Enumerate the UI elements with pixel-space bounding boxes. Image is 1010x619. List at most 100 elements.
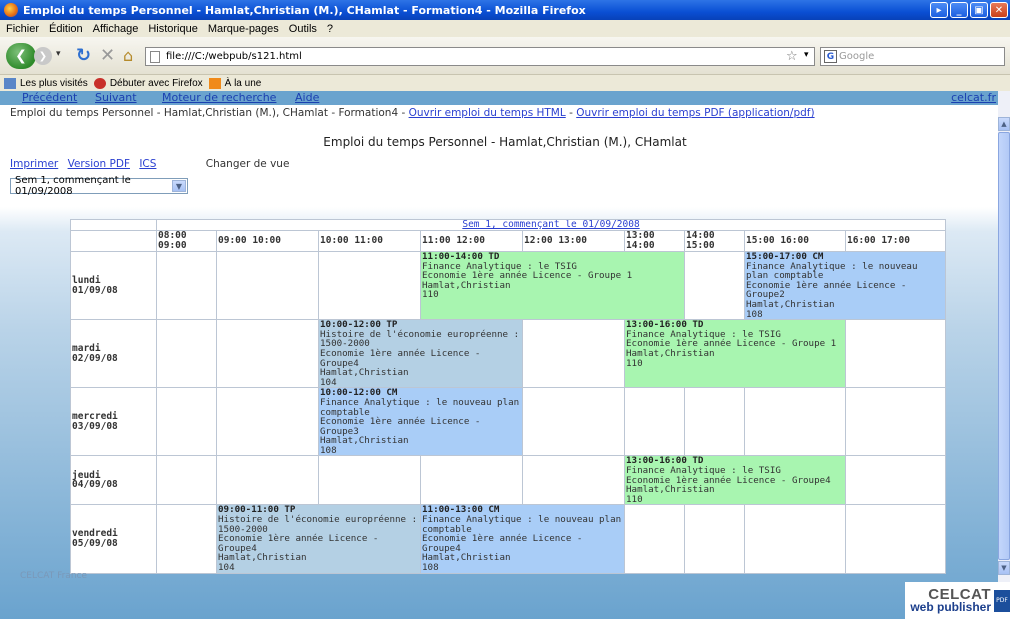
event-room: 108 (320, 444, 337, 456)
empty-slot (156, 387, 217, 457)
day-date: 04/09/08 (72, 479, 118, 491)
event-room: 104 (218, 562, 235, 573)
bookmark-most-visited[interactable]: Les plus visités (4, 77, 88, 89)
time-header: 11:00 12:00 (420, 230, 523, 252)
logo-line-1: CELCAT (928, 585, 991, 603)
event-cell[interactable]: 11:00-14:00 TD Finance Analytique : le T… (420, 250, 685, 321)
event-cell[interactable]: 13:00-16:00 TD Finance Analytique : le T… (624, 455, 846, 506)
pdf-icon: PDF (994, 589, 1010, 612)
event-teacher: Hamlat,Christian (746, 298, 835, 310)
menu-marque-pages[interactable]: Marque-pages (208, 23, 279, 35)
search-input[interactable]: G Google (820, 47, 1005, 66)
week-select[interactable]: Sem 1, commençant le 01/09/2008 ▼ (10, 175, 188, 197)
event-room: 108 (746, 308, 763, 320)
bookmark-getting-started[interactable]: Débuter avec Firefox (93, 77, 203, 89)
breadcrumb: Emploi du temps Personnel - Hamlat,Chris… (10, 107, 815, 119)
window-title: Emploi du temps Personnel - Hamlat,Chris… (23, 3, 586, 17)
menu-help[interactable]: ? (327, 23, 333, 35)
nav-help-link[interactable]: Aide (295, 91, 319, 104)
pdf-version-link[interactable]: Version PDF (68, 158, 130, 170)
minimize-button[interactable]: _ (950, 2, 968, 18)
time-header: 10:00 11:00 (318, 230, 421, 252)
menu-outils[interactable]: Outils (289, 23, 317, 35)
bookmark-headlines[interactable]: À la une (208, 77, 261, 89)
empty-slot (420, 455, 523, 506)
bookmark-star-icon[interactable]: ☆ (786, 49, 798, 64)
bookmark-label: Les plus visités (20, 77, 88, 89)
event-group: Economie 1ère année Licence - Groupe3 (320, 416, 481, 437)
forward-button[interactable]: ❯ (34, 47, 52, 65)
event-cell[interactable]: 13:00-16:00 TD Finance Analytique : le T… (624, 319, 846, 389)
menu-historique[interactable]: Historique (148, 23, 198, 35)
reload-icon[interactable]: ↻ (76, 45, 91, 66)
stop-icon[interactable]: ✕ (100, 45, 115, 66)
event-room: 104 (320, 376, 337, 388)
timetable: Sem 1, commençant le 01/09/2008 08:00 09… (70, 219, 947, 574)
open-pdf-link[interactable]: Ouvrir emploi du temps PDF (application/… (576, 107, 814, 119)
scroll-thumb[interactable] (998, 132, 1010, 560)
empty-slot (522, 387, 625, 457)
event-course: Histoire de l'économie europréenne : 150… (320, 328, 520, 350)
window-titlebar: Emploi du temps Personnel - Hamlat,Chris… (0, 0, 1010, 20)
celcat-link[interactable]: celcat.fr (951, 91, 996, 104)
time-header: 15:00 16:00 (744, 230, 846, 252)
empty-slot (684, 504, 745, 574)
open-html-link[interactable]: Ouvrir emploi du temps HTML (409, 107, 566, 119)
home-icon[interactable]: ⌂ (123, 46, 133, 65)
breadcrumb-text: Emploi du temps Personnel - Hamlat,Chris… (10, 107, 409, 119)
event-cell[interactable]: 10:00-12:00 TP Histoire de l'économie eu… (318, 319, 523, 389)
event-cell[interactable]: 11:00-13:00 CM Finance Analytique : le n… (420, 504, 625, 574)
nav-search-link[interactable]: Moteur de recherche (162, 91, 276, 104)
url-bar[interactable]: file:///C:/webpub/s121.html (145, 47, 815, 66)
time-header: 09:00 10:00 (216, 230, 319, 252)
event-cell[interactable]: 15:00-17:00 CM Finance Analytique : le n… (743, 250, 947, 321)
rss-icon (208, 77, 221, 89)
menu-edition[interactable]: Édition (49, 23, 83, 35)
event-teacher: Hamlat,Christian (422, 552, 511, 564)
empty-slot (522, 455, 625, 506)
week-label-link[interactable]: Sem 1, commençant le 01/09/2008 (155, 219, 947, 231)
event-cell[interactable]: 09:00-11:00 TP Histoire de l'économie eu… (216, 504, 421, 574)
firefox-icon (4, 3, 18, 17)
event-course: Finance Analytique : le nouveau plan com… (746, 260, 918, 282)
page-content: Précédent Suivant Moteur de recherche Ai… (0, 91, 998, 619)
empty-slot (156, 504, 217, 574)
maximize-button[interactable]: ▣ (970, 2, 988, 18)
back-button[interactable]: ❮ (6, 43, 36, 69)
event-room: 110 (422, 289, 439, 301)
day-date: 02/09/08 (72, 352, 118, 364)
event-cell[interactable]: 10:00-12:00 CM Finance Analytique : le n… (318, 387, 523, 457)
bookmarks-bar: Les plus visités Débuter avec Firefox À … (0, 75, 1010, 91)
event-group: Economie 1ère année Licence - Groupe2 (746, 279, 907, 301)
empty-slot (216, 319, 319, 389)
celcat-logo: CELCAT web publisher PDF (905, 582, 1010, 619)
empty-slot (522, 319, 625, 389)
page-title: Emploi du temps Personnel - Hamlat,Chris… (323, 135, 687, 149)
nav-previous-link[interactable]: Précédent (22, 91, 77, 104)
event-teacher: Hamlat,Christian (218, 552, 307, 564)
history-dropdown-icon[interactable]: ▾ (56, 49, 61, 59)
google-icon[interactable]: G (824, 50, 837, 63)
menu-affichage[interactable]: Affichage (93, 23, 139, 35)
empty-slot (156, 250, 217, 321)
table-corner (70, 219, 157, 231)
menu-fichier[interactable]: Fichier (6, 23, 39, 35)
time-header: 13:00 14:00 (624, 230, 685, 252)
scroll-down-icon[interactable]: ▼ (998, 561, 1010, 575)
url-dropdown-icon[interactable]: ▾ (804, 50, 809, 60)
scroll-up-icon[interactable]: ▲ (998, 117, 1010, 131)
table-corner (70, 230, 157, 252)
print-link[interactable]: Imprimer (10, 158, 58, 170)
nav-next-link[interactable]: Suivant (95, 91, 137, 104)
chevron-down-icon[interactable]: ▼ (172, 180, 186, 192)
footer-text: CELCAT France (20, 571, 88, 581)
time-header: 12:00 13:00 (522, 230, 625, 252)
ics-link[interactable]: ICS (139, 158, 156, 170)
event-teacher: Hamlat,Christian (626, 484, 715, 496)
help-window-button[interactable]: ▸ (930, 2, 948, 18)
event-teacher: Hamlat,Christian (320, 367, 409, 379)
day-date: 01/09/08 (72, 284, 118, 296)
close-button[interactable]: ✕ (990, 2, 1008, 18)
vertical-scrollbar[interactable]: ▲ ▼ (998, 91, 1010, 619)
event-group: Economie 1ère année Licence - Groupe4 (422, 533, 583, 554)
